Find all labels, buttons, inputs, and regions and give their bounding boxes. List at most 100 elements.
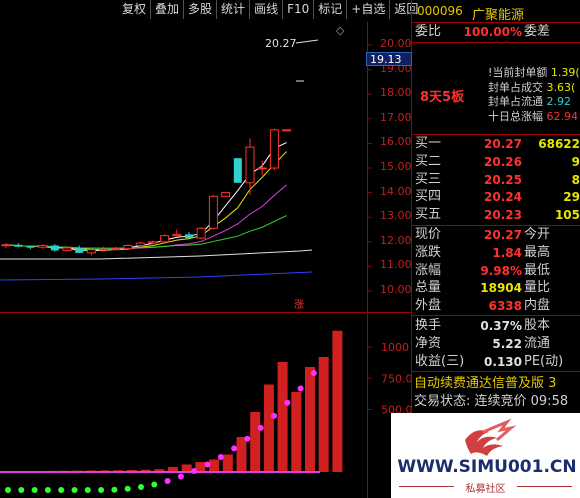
weicha-label: 委差 [524, 24, 551, 39]
seal-label: 十日总涨幅 [488, 109, 543, 123]
volume-chart[interactable]: 1000750.0500.0 [0, 312, 412, 498]
trade-status: 交易状态: 连续竞价 09:58 [414, 394, 569, 409]
annotation-arrow [295, 39, 319, 44]
stat-row: 外盘 6338 内盘 [412, 297, 580, 315]
ma-line-120 [0, 271, 313, 281]
price-tick: 10.00 [380, 283, 412, 296]
current-price-box: 19.13 [366, 52, 412, 66]
bid-label: 买一 [415, 136, 442, 151]
volume-bar [332, 330, 343, 472]
ma-line-5 [5, 151, 287, 251]
ma-line-3 [5, 142, 287, 252]
seal-label: !当前封单额 [488, 66, 548, 79]
price-tick: 14.00 [380, 184, 412, 198]
price-tick: 12.00 [380, 233, 412, 247]
toolbar-button-1[interactable]: 叠加 [150, 0, 183, 19]
weibi-value: 100.00% [463, 25, 522, 39]
stat2-row: 收益(三) 0.130 PE(动) [412, 353, 580, 371]
ma-line-20 [5, 215, 287, 249]
toolbar-button-4[interactable]: 画线 [249, 0, 282, 19]
candle-body [1, 244, 11, 247]
volume-ma-dot [177, 473, 184, 480]
toolbar-button-6[interactable]: 标记 [313, 0, 346, 19]
stat-value: 5.22 [492, 336, 522, 351]
volume-ma-dot [71, 487, 78, 493]
bid-label: 买五 [415, 207, 442, 223]
stat-label-2: 股本 [524, 318, 551, 333]
volume-ma-dot [44, 487, 51, 493]
candle-body [221, 192, 231, 197]
stat-label: 涨跌 [415, 244, 442, 260]
weibi-label: 委比 [415, 24, 442, 39]
stat-label: 外盘 [415, 298, 442, 314]
candle-body [135, 242, 145, 246]
candle-body [257, 167, 267, 170]
volume-ma-dot [124, 485, 131, 492]
bid-row[interactable]: 买三 20.25 8 [412, 171, 580, 189]
toolbar-button-3[interactable]: 统计 [216, 0, 249, 19]
bid-price: 20.24 [484, 190, 522, 205]
candle-body [62, 247, 72, 251]
volume-bar [209, 459, 220, 472]
volume-ma-dot [257, 424, 264, 431]
diamond-icon: ◇ [336, 24, 345, 37]
bid-row[interactable]: 买五 20.23 105 [412, 206, 580, 224]
stat-label-2: PE(动) [524, 353, 564, 369]
bid-price: 20.26 [484, 154, 522, 169]
promo-banner[interactable]: 自动续费通达信普及版 3 [414, 372, 580, 391]
candle-body [26, 246, 35, 248]
stat-row: 总量 18904 量比 [412, 279, 580, 297]
volume-tick: 750.0 [381, 372, 412, 385]
volume-tick: 1000 [381, 341, 409, 354]
price-tick: 18.00 [380, 86, 412, 100]
bid-row[interactable]: 买四 20.24 29 [412, 188, 580, 206]
bid-row[interactable]: 买一 20.27 68622 [412, 135, 580, 153]
candle-body [269, 129, 279, 169]
volume-bar [236, 437, 247, 472]
stat-label: 现价 [415, 227, 442, 242]
stat-label: 总量 [415, 280, 442, 296]
limit-streak-badge: 8天5板 [420, 90, 465, 105]
price-tick: 15.00 [380, 160, 412, 173]
bid-row[interactable]: 买二 20.26 9 [412, 153, 580, 171]
volume-ma-dot [5, 487, 11, 493]
toolbar-button-7[interactable]: +自选 [346, 0, 389, 19]
volume-ma-dot [138, 484, 144, 491]
bid-label: 买三 [415, 171, 442, 187]
divider [412, 315, 580, 316]
toolbar-button-5[interactable]: F10 [282, 0, 313, 19]
stat-label-2: 今开 [524, 227, 551, 242]
volume-ma-dot [231, 445, 238, 452]
watermark-site: WWW.SIMU001.CN [397, 457, 577, 477]
candle-body [185, 234, 193, 239]
toolbar-button-2[interactable]: 多股 [183, 0, 216, 19]
stat-label-2: 最低 [524, 262, 551, 278]
stat-label: 换手 [415, 318, 442, 333]
seal-row: 十日总涨幅 62.94 [488, 108, 578, 124]
bid-qty: 68622 [538, 137, 580, 151]
stock-name[interactable]: 广聚能源 [472, 4, 524, 23]
volume-bar [263, 384, 274, 472]
high-annotation: 20.27 [265, 37, 297, 50]
candle-body [282, 129, 292, 132]
candle-body [208, 195, 218, 229]
volume-ma-dot [217, 454, 224, 461]
price-chart[interactable]: 20.27 ◇ 涨 [0, 22, 412, 314]
volume-bar [305, 367, 315, 472]
volume-bar [222, 454, 233, 472]
bid-qty: 9 [571, 154, 580, 169]
bid-price: 20.23 [484, 208, 522, 223]
volume-ma-dot [297, 385, 304, 392]
candle-body [75, 247, 84, 253]
candle-body [123, 244, 133, 250]
bid-price: 20.27 [484, 137, 522, 151]
price-tick: 13.00 [380, 209, 412, 223]
chart-divider [0, 312, 412, 313]
volume-ma-dot [84, 487, 91, 493]
stock-code[interactable]: 000096 [417, 4, 463, 18]
seal-value: 62.94 [543, 109, 578, 123]
toolbar-button-0[interactable]: 复权 [118, 0, 150, 19]
seal-value: 3.63( [543, 80, 576, 94]
stat-value: 0.130 [484, 354, 522, 369]
stat-label-2: 内盘 [524, 298, 551, 314]
